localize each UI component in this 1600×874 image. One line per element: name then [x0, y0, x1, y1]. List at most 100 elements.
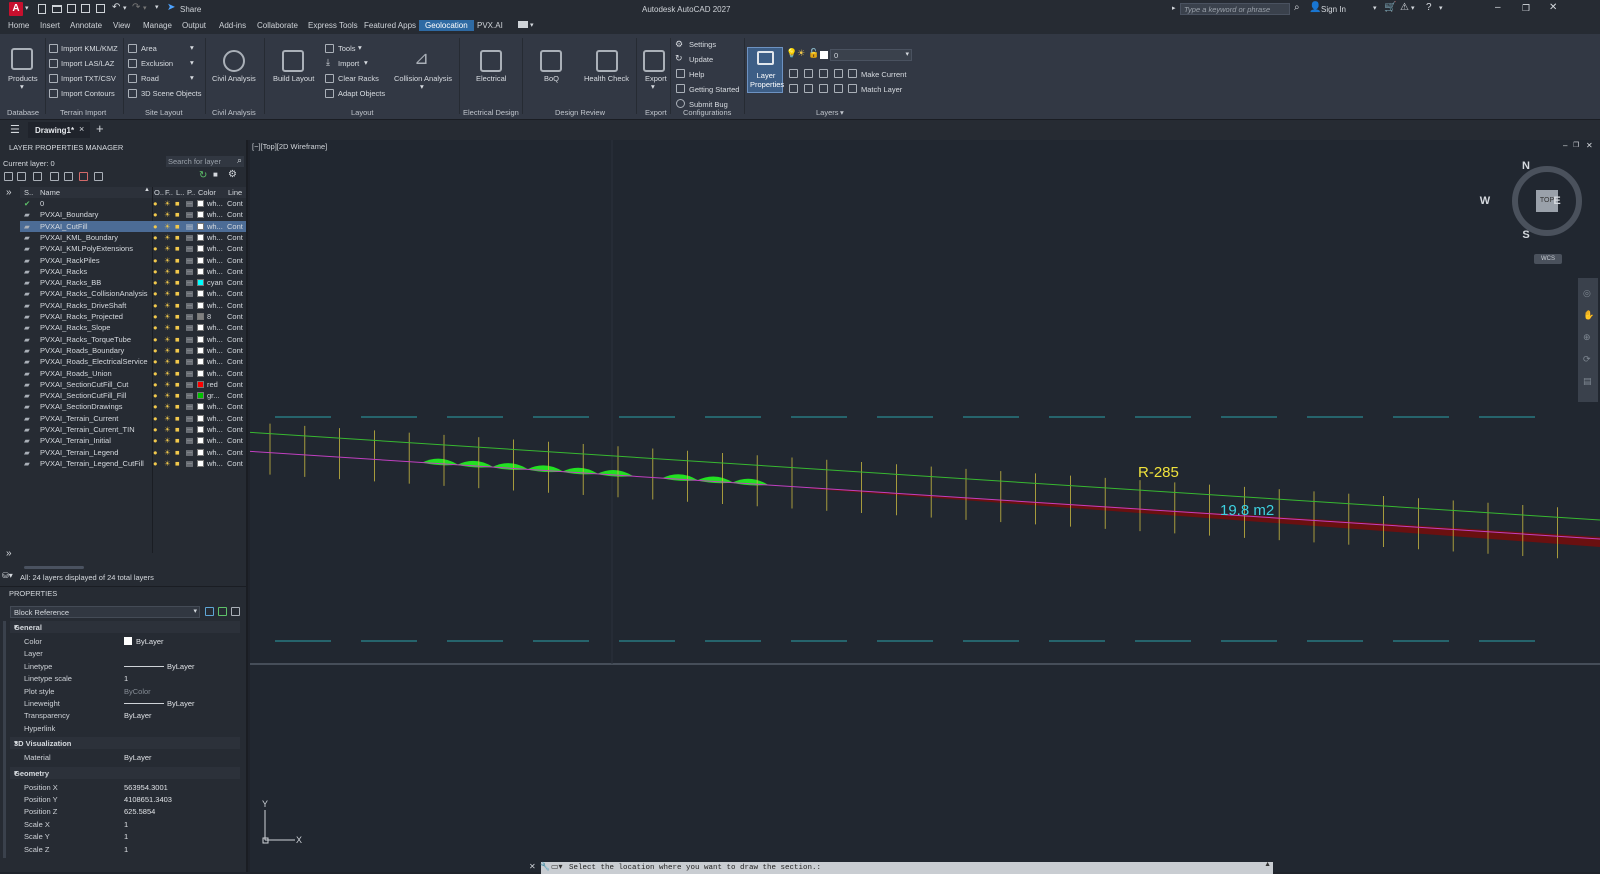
- sun-thaw-icon[interactable]: ☀: [164, 448, 171, 457]
- road-button[interactable]: Road: [141, 74, 159, 83]
- close-window-icon[interactable]: ✕: [1549, 2, 1557, 13]
- bulb-on-icon[interactable]: ●: [153, 210, 158, 219]
- property-row[interactable]: Layer: [10, 647, 240, 660]
- bulb-on-icon[interactable]: ●: [153, 278, 158, 287]
- sun-thaw-icon[interactable]: ☀: [164, 436, 171, 445]
- unlock-icon[interactable]: ■: [175, 448, 180, 457]
- unlock-icon[interactable]: ■: [175, 391, 180, 400]
- electrical-icon[interactable]: [480, 50, 502, 72]
- unlock-icon[interactable]: ■: [175, 301, 180, 310]
- cart-icon[interactable]: 🛒: [1384, 2, 1396, 13]
- search-icon[interactable]: ⌕: [1294, 2, 1300, 13]
- printer-icon[interactable]: ▤: [186, 256, 193, 265]
- exclusion-dropdown-icon[interactable]: ▾: [190, 58, 194, 67]
- layer-row[interactable]: ▰ PVXAI_Roads_Union ● ☀ ■ ▤ wh... Cont: [20, 368, 246, 379]
- close-tab-icon[interactable]: ×: [79, 124, 84, 134]
- property-row[interactable]: Transparency ByLayer: [10, 709, 240, 722]
- delete-layer-icon[interactable]: [79, 172, 88, 181]
- tab-home[interactable]: Home: [8, 21, 29, 30]
- minimize-icon[interactable]: –: [1495, 2, 1501, 13]
- sun-thaw-icon[interactable]: ☀: [164, 301, 171, 310]
- import-dropdown-icon[interactable]: ▾: [364, 58, 368, 67]
- compass-north[interactable]: N: [1512, 160, 1540, 172]
- scene-objects-button[interactable]: 3D Scene Objects: [141, 89, 201, 98]
- layer-linetype[interactable]: Cont: [227, 199, 245, 208]
- layer-name[interactable]: PVXAI_SectionCutFill_Fill: [40, 391, 150, 400]
- sun-thaw-icon[interactable]: ☀: [164, 369, 171, 378]
- printer-icon[interactable]: ▤: [186, 357, 193, 366]
- layer-list-scrollbar[interactable]: [24, 566, 84, 569]
- printer-icon[interactable]: ▤: [186, 210, 193, 219]
- tab-insert[interactable]: Insert: [40, 21, 60, 30]
- import-button[interactable]: Import: [338, 59, 359, 68]
- sun-thaw-icon[interactable]: ☀: [164, 459, 171, 468]
- bulb-on-icon[interactable]: ●: [153, 323, 158, 332]
- stop-icon[interactable]: ■: [213, 170, 218, 179]
- layer-tool-icon[interactable]: [819, 84, 828, 93]
- property-value[interactable]: 625.5854: [124, 807, 155, 816]
- layer-properties-button[interactable]: Layer Properties: [747, 47, 784, 93]
- layer-linetype[interactable]: Cont: [227, 244, 245, 253]
- clear-racks-button[interactable]: Clear Racks: [338, 74, 379, 83]
- layer-color-name[interactable]: wh...: [207, 402, 225, 411]
- layer-name[interactable]: PVXAI_KML_Boundary: [40, 233, 150, 242]
- help-button[interactable]: Help: [689, 70, 704, 79]
- layer-color-name[interactable]: wh...: [207, 369, 225, 378]
- layer-dropdown[interactable]: 0 ▾: [830, 49, 912, 61]
- bulb-on-icon[interactable]: ●: [153, 414, 158, 423]
- layer-name[interactable]: PVXAI_Terrain_Current_TIN: [40, 425, 150, 434]
- unlock-icon[interactable]: ■: [175, 278, 180, 287]
- restore-icon[interactable]: ❐: [1522, 3, 1530, 14]
- navigation-bar[interactable]: ◎ ✋ ⊕ ⟳ ▤: [1578, 278, 1598, 402]
- layer-name[interactable]: PVXAI_SectionCutFill_Cut: [40, 380, 150, 389]
- toggle-pickadd-icon[interactable]: [205, 607, 214, 616]
- export-icon[interactable]: [643, 50, 665, 72]
- layers-group-dropdown-icon[interactable]: ▾: [840, 108, 844, 117]
- property-value[interactable]: 1: [124, 820, 128, 829]
- layer-linetype[interactable]: Cont: [227, 222, 245, 231]
- orbit-icon[interactable]: ⟳: [1583, 354, 1591, 365]
- layer-row[interactable]: ▰ PVXAI_Terrain_Initial ● ☀ ■ ▤ wh... Cont: [20, 435, 246, 446]
- layer-name[interactable]: PVXAI_Racks_Projected: [40, 312, 150, 321]
- bulb-on-icon[interactable]: ●: [153, 346, 158, 355]
- layer-color-swatch[interactable]: [197, 211, 204, 219]
- layer-tool-icon[interactable]: [804, 84, 813, 93]
- property-value[interactable]: 563954.3001: [124, 783, 168, 792]
- printer-icon[interactable]: ▤: [186, 244, 193, 253]
- layer-color-swatch[interactable]: [197, 369, 204, 377]
- compass-west[interactable]: W: [1478, 195, 1492, 207]
- tab-featured-apps[interactable]: Featured Apps: [364, 21, 416, 30]
- unlock-icon[interactable]: ■: [175, 369, 180, 378]
- layer-linetype[interactable]: Cont: [227, 335, 245, 344]
- layer-row[interactable]: ▰ PVXAI_Boundary ● ☀ ■ ▤ wh... Cont: [20, 209, 246, 220]
- layer-row[interactable]: ▰ PVXAI_Racks_Projected ● ☀ ■ ▤ 8 Cont: [20, 311, 246, 322]
- undo-icon[interactable]: ↶: [112, 2, 120, 13]
- layer-row[interactable]: ▰ PVXAI_Racks_BB ● ☀ ■ ▤ cyan Cont: [20, 277, 246, 288]
- layer-color-name[interactable]: wh...: [207, 289, 225, 298]
- settings-icon[interactable]: ⚙: [228, 169, 237, 180]
- refresh-icon[interactable]: ↻: [199, 170, 207, 181]
- layer-color-name[interactable]: wh...: [207, 301, 225, 310]
- bulb-on-icon[interactable]: ●: [153, 391, 158, 400]
- layer-color-name[interactable]: wh...: [207, 323, 225, 332]
- layer-name[interactable]: PVXAI_SectionDrawings: [40, 402, 150, 411]
- layer-color-swatch[interactable]: [197, 358, 204, 366]
- layer-linetype[interactable]: Cont: [227, 233, 245, 242]
- share-button[interactable]: Share: [180, 5, 201, 14]
- redo-dropdown-icon[interactable]: ▾: [143, 4, 147, 12]
- bulb-on-icon[interactable]: ●: [153, 301, 158, 310]
- layer-name[interactable]: PVXAI_Roads_Union: [40, 369, 150, 378]
- bulb-on-icon[interactable]: ●: [153, 436, 158, 445]
- adapt-objects-button[interactable]: Adapt Objects: [338, 89, 385, 98]
- command-line[interactable]: ✕ 🔧 ▭▾ Select the location where you wan…: [529, 861, 1273, 874]
- layer-color-swatch[interactable]: [197, 448, 204, 456]
- unlock-icon[interactable]: ■: [175, 256, 180, 265]
- products-dropdown-icon[interactable]: ▾: [20, 82, 24, 91]
- layer-color-name[interactable]: wh...: [207, 459, 225, 468]
- layer-linetype[interactable]: Cont: [227, 448, 245, 457]
- match-layer-button[interactable]: Match Layer: [861, 85, 902, 94]
- layer-color-name[interactable]: wh...: [207, 244, 225, 253]
- bulb-on-icon[interactable]: ●: [153, 244, 158, 253]
- col-on[interactable]: O..: [154, 188, 164, 197]
- layer-name[interactable]: PVXAI_Racks_BB: [40, 278, 150, 287]
